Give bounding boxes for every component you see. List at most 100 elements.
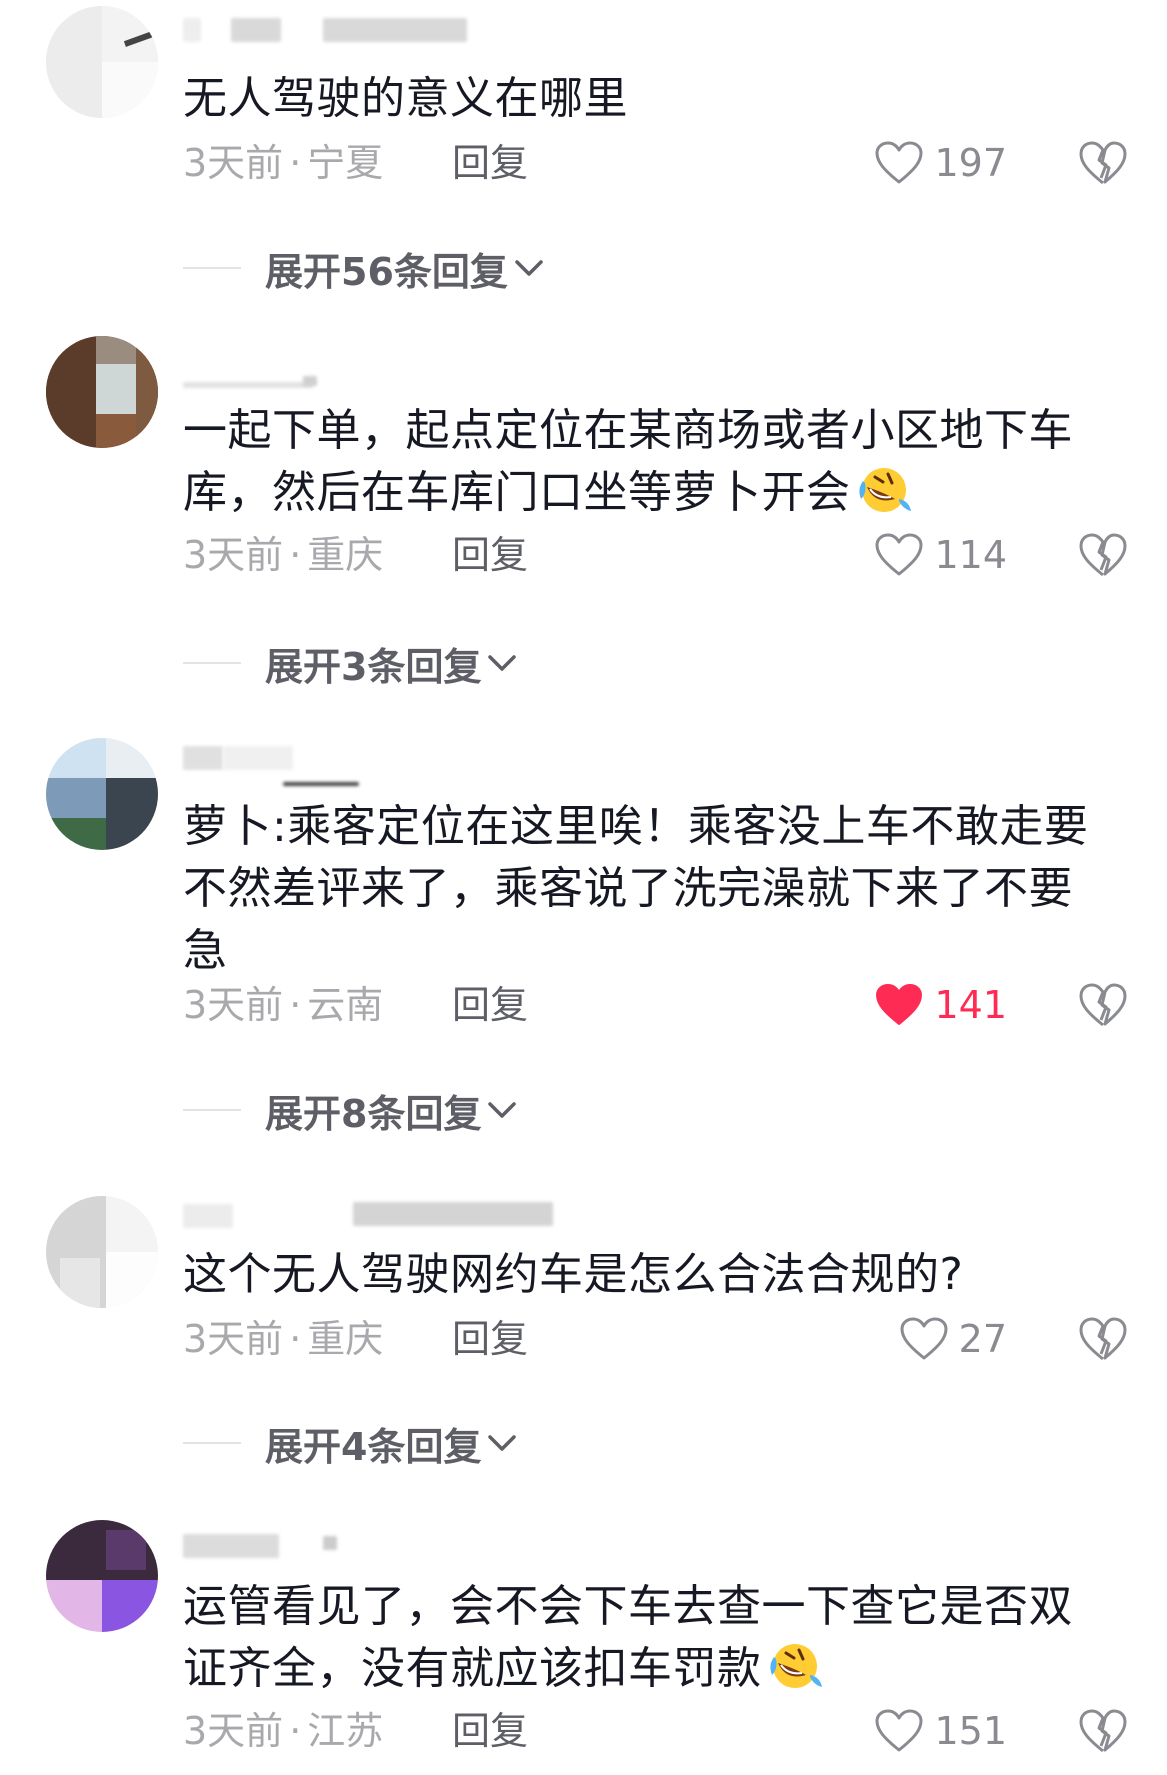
reply-button[interactable]: 回复 — [452, 1314, 528, 1364]
reply-button[interactable]: 回复 — [452, 980, 528, 1030]
comment-time: 3天前 — [183, 1317, 284, 1361]
dislike-button[interactable] — [1078, 1314, 1128, 1364]
divider-line — [183, 1442, 241, 1444]
username-blur-block — [283, 782, 359, 786]
heart-outline-icon — [875, 1709, 923, 1752]
broken-heart-icon — [1079, 1709, 1127, 1753]
like-button[interactable]: 114 — [874, 527, 1007, 583]
username-blurred[interactable] — [183, 742, 483, 786]
avatar-mosaic — [46, 1580, 102, 1632]
username-blur-block — [223, 746, 293, 770]
avatar-mosaic — [96, 414, 136, 448]
username-blur-block — [323, 18, 467, 42]
comment-meta: 3天前 · 重庆 — [183, 1314, 383, 1364]
comment-text: 无人驾驶的意义在哪里 — [183, 73, 628, 124]
username-blur-block — [183, 382, 313, 388]
username-blurred[interactable] — [183, 1200, 553, 1230]
avatar-mosaic — [46, 6, 102, 118]
avatar-mosaic — [46, 818, 106, 850]
avatar[interactable] — [46, 738, 158, 850]
comment-time: 3天前 — [183, 533, 284, 577]
dislike-button[interactable] — [1078, 1706, 1128, 1756]
username-blur-block — [353, 1202, 553, 1226]
chevron-down-icon — [488, 1435, 517, 1451]
username-blurred[interactable] — [183, 372, 483, 402]
username-blurred[interactable] — [183, 1530, 483, 1560]
expand-replies-label: 展开56条回复 — [265, 249, 508, 294]
avatar-mosaic — [96, 364, 136, 414]
expand-replies-button[interactable]: 展开4条回复 — [183, 1418, 519, 1469]
like-count: 114 — [934, 533, 1007, 577]
like-count: 151 — [934, 1709, 1007, 1753]
separator-dot: · — [289, 1709, 302, 1753]
avatar-mosaic — [60, 1258, 100, 1308]
like-button[interactable]: 141 — [874, 977, 1007, 1033]
like-count: 27 — [958, 1317, 1007, 1361]
username-blur-block — [323, 1536, 337, 1550]
separator-dot: · — [289, 533, 302, 577]
broken-heart-icon — [1079, 1317, 1127, 1361]
separator-dot: · — [289, 141, 302, 185]
comment-location: 宁夏 — [307, 141, 384, 185]
broken-heart-icon — [1079, 533, 1127, 577]
avatar[interactable] — [46, 1196, 158, 1308]
like-button[interactable]: 197 — [874, 135, 1007, 191]
like-count: 141 — [934, 983, 1007, 1027]
username-blurred[interactable] — [183, 14, 483, 44]
comment-meta: 3天前 · 江苏 — [183, 1706, 383, 1756]
like-button[interactable]: 151 — [874, 1703, 1007, 1759]
comment-time: 3天前 — [183, 1709, 284, 1753]
avatar[interactable] — [46, 6, 158, 118]
avatar-mosaic — [96, 336, 136, 364]
comment-text-content: 一起下单，起点定位在某商场或者小区地下车库，然后在车库门口坐等萝卜开会 — [183, 405, 1073, 518]
avatar-mosaic — [106, 738, 158, 778]
heart-outline-icon — [875, 533, 923, 576]
divider-line — [183, 267, 241, 269]
avatar-mosaic — [102, 1580, 158, 1632]
expand-replies-button[interactable]: 展开56条回复 — [183, 243, 546, 294]
comment-text: 这个无人驾驶网约车是怎么合法合规的? — [183, 1249, 964, 1300]
expand-replies-label: 展开4条回复 — [265, 1424, 482, 1469]
dislike-button[interactable] — [1078, 980, 1128, 1030]
comment-list: 无人驾驶的意义在哪里 3天前 · 宁夏 回复 197 展开56条回复 一起下单，… — [0, 0, 1167, 1775]
username-blur-block — [183, 746, 223, 770]
username-blur-block — [183, 18, 201, 42]
comment-meta: 3天前 · 云南 — [183, 980, 383, 1030]
divider-line — [183, 662, 241, 664]
username-blur-block — [183, 1534, 279, 1558]
comment-location: 云南 — [307, 983, 384, 1027]
avatar-mosaic — [102, 62, 158, 118]
avatar-mosaic — [136, 336, 158, 448]
expand-replies-label: 展开3条回复 — [265, 644, 482, 689]
chevron-down-icon — [515, 260, 543, 276]
reply-button[interactable]: 回复 — [452, 1706, 528, 1756]
dislike-button[interactable] — [1078, 530, 1128, 580]
avatar[interactable] — [46, 336, 158, 448]
separator-dot: · — [289, 1317, 302, 1361]
expand-replies-label: 展开8条回复 — [265, 1091, 482, 1136]
avatar-mosaic — [106, 778, 158, 850]
username-blur-block — [303, 376, 317, 386]
avatar-mosaic — [46, 778, 106, 818]
reply-button[interactable]: 回复 — [452, 530, 528, 580]
chevron-down-icon — [488, 1102, 517, 1118]
avatar-mosaic — [106, 1196, 158, 1252]
username-blur-block — [231, 18, 281, 42]
chevron-down-icon — [488, 655, 517, 671]
dislike-button[interactable] — [1078, 138, 1128, 188]
comment-meta: 3天前 · 宁夏 — [183, 138, 383, 188]
broken-heart-icon — [1079, 983, 1127, 1027]
comment-meta: 3天前 · 重庆 — [183, 530, 383, 580]
like-count: 197 — [934, 141, 1007, 185]
avatar[interactable] — [46, 1520, 158, 1632]
avatar-mosaic — [106, 1530, 146, 1570]
comment-text-content: 运管看见了，会不会下车去查一下查它是否双证齐全，没有就应该扣车罚款 — [183, 1581, 1073, 1694]
expand-replies-button[interactable]: 展开8条回复 — [183, 1085, 519, 1136]
expand-replies-button[interactable]: 展开3条回复 — [183, 638, 519, 689]
rolling-on-floor-laughing-emoji — [769, 1644, 822, 1688]
like-button[interactable]: 27 — [899, 1311, 1007, 1367]
rolling-on-floor-laughing-emoji — [858, 468, 911, 512]
reply-button[interactable]: 回复 — [452, 138, 528, 188]
heart-outline-icon — [900, 1317, 948, 1360]
comment-time: 3天前 — [183, 983, 284, 1027]
